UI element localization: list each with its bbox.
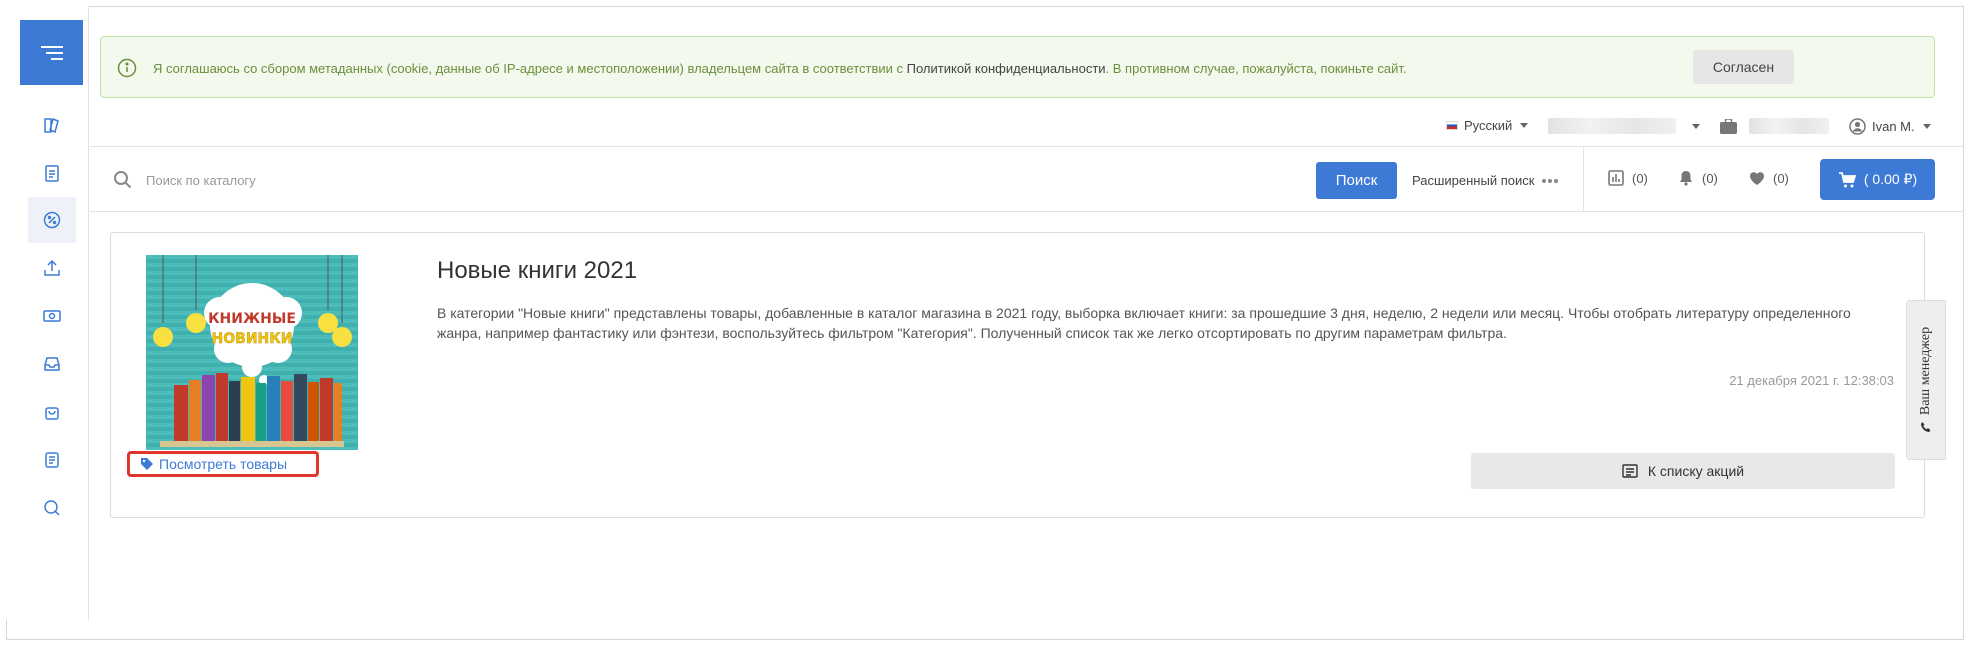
search-button[interactable]: Поиск: [1316, 162, 1397, 199]
region-value-redacted: [1548, 118, 1676, 134]
cookie-text-before: Я соглашаюсь со сбором метаданных (cooki…: [153, 61, 907, 76]
advanced-search-label: Расширенный поиск: [1412, 173, 1535, 188]
manager-tab-label: Ваш менеджер: [1918, 326, 1933, 416]
more-dots-icon: [1542, 178, 1559, 183]
chevron-down-icon: [1692, 123, 1700, 129]
sidebar-item-chat[interactable]: [28, 485, 76, 531]
discount-icon: [43, 211, 61, 229]
books-decoration: [160, 373, 344, 447]
privacy-policy-link[interactable]: Политикой конфиденциальности: [907, 61, 1106, 76]
language-label: Русский: [1464, 118, 1513, 133]
search-icon: [114, 171, 132, 189]
back-to-promotions-button[interactable]: К списку акций: [1471, 453, 1895, 489]
inbox-icon: [44, 357, 60, 371]
compare-chart-icon: [1608, 170, 1624, 186]
briefcase-icon: [1720, 118, 1737, 134]
favorites-counter[interactable]: (0): [1748, 169, 1789, 187]
cart-total: ( 0.00 ₽): [1863, 171, 1918, 187]
promo-card: КНИЖНЫЕ НОВИНКИ Посмотреть товары Новые …: [110, 232, 1925, 518]
region-selector[interactable]: [1548, 118, 1700, 134]
manager-tab[interactable]: Ваш менеджер: [1906, 300, 1946, 460]
menu-icon: [40, 45, 63, 60]
cookie-banner: Я соглашаюсь со сбором метаданных (cooki…: [100, 36, 1935, 98]
favorites-count: (0): [1773, 170, 1789, 186]
info-icon: [117, 58, 137, 78]
document-icon: [45, 452, 59, 468]
sidebar-item-promotions[interactable]: [28, 197, 76, 243]
image-line1: КНИЖНЫЕ: [208, 311, 296, 327]
image-line2: НОВИНКИ: [212, 331, 293, 347]
sidebar-item-catalog[interactable]: [28, 102, 76, 148]
user-name: Ivan M.: [1872, 119, 1915, 134]
chat-icon: [44, 500, 60, 516]
cart-icon: [1838, 171, 1856, 187]
sidebar-item-orders[interactable]: [28, 150, 76, 196]
search-bar: Поиск Расширенный поиск (0) (0) (0) ( 0.…: [90, 146, 1964, 212]
compare-count: (0): [1632, 170, 1648, 186]
bell-icon: [1680, 171, 1692, 186]
language-selector[interactable]: Русский: [1446, 118, 1529, 133]
cookie-text-after: . В противном случае, пожалуйста, покинь…: [1105, 61, 1407, 76]
cookie-message: Я соглашаюсь со сбором метаданных (cooki…: [153, 61, 1406, 76]
promo-description: В категории "Новые книги" представлены т…: [437, 305, 1851, 341]
tags-icon: [141, 458, 153, 470]
catalog-icon: [44, 117, 59, 134]
chevron-down-icon: [1922, 124, 1931, 129]
search-input[interactable]: [146, 165, 1046, 195]
promo-title: Новые книги 2021: [437, 257, 638, 284]
sidebar-item-bag[interactable]: [28, 389, 76, 435]
orders-icon: [45, 165, 59, 182]
notifications-count: (0): [1702, 170, 1718, 186]
russia-flag-icon: [1446, 121, 1458, 130]
chevron-down-icon: [1520, 123, 1529, 128]
list-icon: [1622, 464, 1638, 478]
view-products-label: Посмотреть товары: [159, 456, 288, 472]
sidebar-item-payments[interactable]: [28, 293, 76, 339]
view-products-link[interactable]: Посмотреть товары: [127, 451, 319, 477]
sidebar-item-documents[interactable]: [28, 437, 76, 483]
promo-date: 21 декабря 2021 г. 12:38:03: [1729, 373, 1894, 388]
payment-icon: [43, 310, 61, 322]
menu-toggle-button[interactable]: [20, 20, 83, 85]
sidebar-item-upload[interactable]: [28, 245, 76, 291]
cookie-accept-button[interactable]: Согласен: [1693, 50, 1794, 84]
phone-icon: [1921, 422, 1931, 433]
cart-button[interactable]: ( 0.00 ₽): [1820, 159, 1935, 200]
company-value-redacted: [1749, 118, 1829, 134]
back-to-promotions-label: К списку акций: [1647, 463, 1745, 479]
upload-icon: [44, 259, 60, 276]
divider: [1583, 147, 1584, 211]
sidebar-item-inbox[interactable]: [28, 341, 76, 387]
user-avatar-icon: [1849, 118, 1866, 135]
notifications-counter[interactable]: (0): [1677, 169, 1718, 187]
bag-icon: [45, 407, 59, 420]
compare-counter[interactable]: (0): [1607, 169, 1648, 187]
advanced-search-link[interactable]: Расширенный поиск: [1412, 173, 1559, 188]
user-menu[interactable]: Ivan M.: [1849, 118, 1931, 135]
heart-icon: [1750, 172, 1764, 185]
promo-image: КНИЖНЫЕ НОВИНКИ: [146, 255, 358, 450]
company-selector[interactable]: [1720, 118, 1829, 134]
